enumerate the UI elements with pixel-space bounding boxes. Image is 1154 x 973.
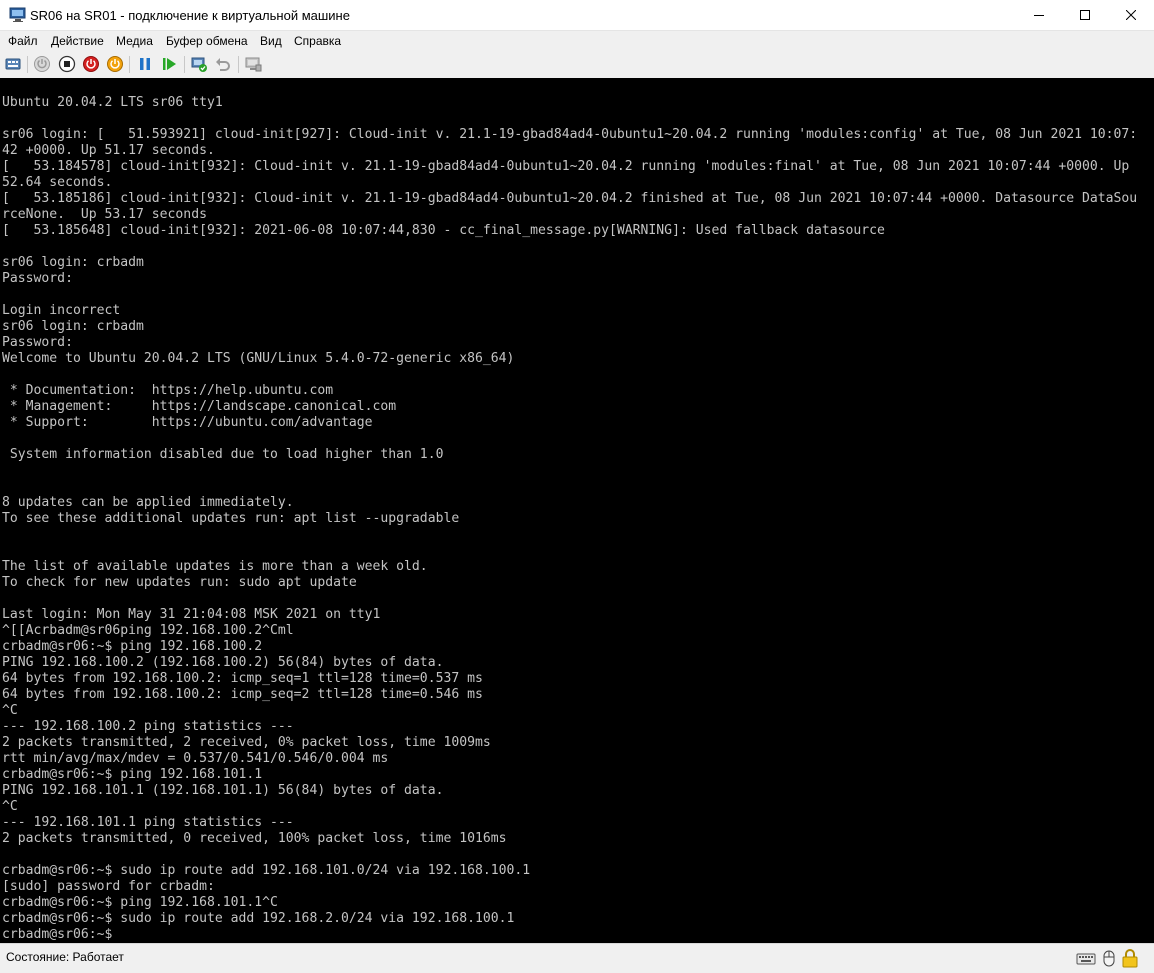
- console-line: * Management: https://landscape.canonica…: [2, 399, 397, 414]
- lock-icon: [1120, 948, 1140, 968]
- close-button[interactable]: [1108, 0, 1154, 30]
- close-icon: [1126, 10, 1136, 20]
- keyboard-icon: [1076, 948, 1096, 968]
- console-line: rceNone. Up 53.17 seconds: [2, 207, 207, 222]
- title-bar: SR06 на SR01 - подключение к виртуальной…: [0, 0, 1154, 31]
- console-line: 64 bytes from 192.168.100.2: icmp_seq=1 …: [2, 671, 483, 686]
- console-line: crbadm@sr06:~$ ping 192.168.101.1: [2, 767, 263, 782]
- console-line: crbadm@sr06:~$ sudo ip route add 192.168…: [2, 863, 531, 878]
- console-line: crbadm@sr06:~$: [2, 927, 121, 942]
- console-line: To check for new updates run: sudo apt u…: [2, 575, 357, 590]
- console-line: * Documentation: https://help.ubuntu.com: [2, 383, 334, 398]
- status-bar: Состояние: Работает: [0, 943, 1154, 971]
- save-state-icon[interactable]: [106, 55, 124, 73]
- toolbar-separator: [184, 56, 185, 73]
- console-line: [ 53.185648] cloud-init[932]: 2021-06-08…: [2, 223, 885, 238]
- console-output: Ubuntu 20.04.2 LTS sr06 tty1 sr06 login:…: [2, 95, 1137, 943]
- console-line: Welcome to Ubuntu 20.04.2 LTS (GNU/Linux…: [2, 351, 515, 366]
- console-line: Password:: [2, 271, 73, 286]
- minimize-button[interactable]: [1016, 0, 1062, 30]
- maximize-icon: [1080, 10, 1090, 20]
- toolbar-separator: [27, 56, 28, 73]
- toolbar-separator: [238, 56, 239, 73]
- console-line: Password:: [2, 335, 73, 350]
- console-line: 52.64 seconds.: [2, 175, 113, 190]
- console-line: 2 packets transmitted, 0 received, 100% …: [2, 831, 507, 846]
- console-line: ^[[Acrbadm@sr06ping 192.168.100.2^Cml: [2, 623, 294, 638]
- console-line: PING 192.168.100.2 (192.168.100.2) 56(84…: [2, 655, 444, 670]
- reset-icon[interactable]: [160, 55, 178, 73]
- console-line: 2 packets transmitted, 2 received, 0% pa…: [2, 735, 491, 750]
- console-line: ^C: [2, 703, 18, 718]
- console-line: crbadm@sr06:~$ sudo ip route add 192.168…: [2, 911, 515, 926]
- menu-view[interactable]: Вид: [260, 34, 282, 48]
- console-line: ^C: [2, 799, 18, 814]
- console-line: [ 53.185186] cloud-init[932]: Cloud-init…: [2, 191, 1138, 206]
- start-icon[interactable]: [33, 55, 51, 73]
- console-line: crbadm@sr06:~$ ping 192.168.100.2: [2, 639, 263, 654]
- console-line: Login incorrect: [2, 303, 121, 318]
- menu-file[interactable]: Файл: [8, 34, 38, 48]
- console-line: To see these additional updates run: apt…: [2, 511, 460, 526]
- vm-console-screen[interactable]: Ubuntu 20.04.2 LTS sr06 tty1 sr06 login:…: [0, 78, 1154, 943]
- menu-help[interactable]: Справка: [294, 34, 341, 48]
- menu-clipboard[interactable]: Буфер обмена: [166, 34, 248, 48]
- console-line: Ubuntu 20.04.2 LTS sr06 tty1: [2, 95, 223, 110]
- ctrl-alt-del-icon[interactable]: [4, 55, 22, 73]
- revert-icon[interactable]: [214, 55, 232, 73]
- mouse-icon: [1099, 948, 1119, 968]
- console-line: rtt min/avg/max/mdev = 0.537/0.541/0.546…: [2, 751, 389, 766]
- shutdown-icon[interactable]: [82, 55, 100, 73]
- console-line: [sudo] password for crbadm:: [2, 879, 215, 894]
- toolbar: [0, 51, 1154, 78]
- menu-action[interactable]: Действие: [51, 34, 104, 48]
- console-line: 8 updates can be applied immediately.: [2, 495, 294, 510]
- console-line: * Support: https://ubuntu.com/advantage: [2, 415, 373, 430]
- menu-media[interactable]: Медиа: [116, 34, 153, 48]
- console-line: sr06 login: [ 51.593921] cloud-init[927]…: [2, 127, 1138, 142]
- console-line: --- 192.168.101.1 ping statistics ---: [2, 815, 294, 830]
- turn-off-icon[interactable]: [58, 55, 76, 73]
- console-line: 64 bytes from 192.168.100.2: icmp_seq=2 …: [2, 687, 483, 702]
- toolbar-separator: [129, 56, 130, 73]
- vm-status-text: Состояние: Работает: [6, 950, 124, 964]
- menu-bar: Файл Действие Медиа Буфер обмена Вид Спр…: [0, 31, 1154, 51]
- console-line: sr06 login: crbadm: [2, 319, 144, 334]
- pause-icon[interactable]: [136, 55, 154, 73]
- window-title: SR06 на SR01 - подключение к виртуальной…: [30, 8, 350, 23]
- maximize-button[interactable]: [1062, 0, 1108, 30]
- vm-connection-icon: [9, 7, 27, 23]
- console-line: 42 +0000. Up 51.17 seconds.: [2, 143, 215, 158]
- console-line: crbadm@sr06:~$ ping 192.168.101.1^C: [2, 895, 278, 910]
- console-line: The list of available updates is more th…: [2, 559, 428, 574]
- console-line: [ 53.184578] cloud-init[932]: Cloud-init…: [2, 159, 1130, 174]
- console-line: Last login: Mon May 31 21:04:08 MSK 2021…: [2, 607, 381, 622]
- console-line: System information disabled due to load …: [2, 447, 444, 462]
- checkpoint-icon[interactable]: [190, 55, 208, 73]
- console-line: PING 192.168.101.1 (192.168.101.1) 56(84…: [2, 783, 444, 798]
- minimize-icon: [1034, 15, 1044, 16]
- console-line: --- 192.168.100.2 ping statistics ---: [2, 719, 294, 734]
- console-line: sr06 login: crbadm: [2, 255, 144, 270]
- enhanced-session-icon[interactable]: [244, 55, 262, 73]
